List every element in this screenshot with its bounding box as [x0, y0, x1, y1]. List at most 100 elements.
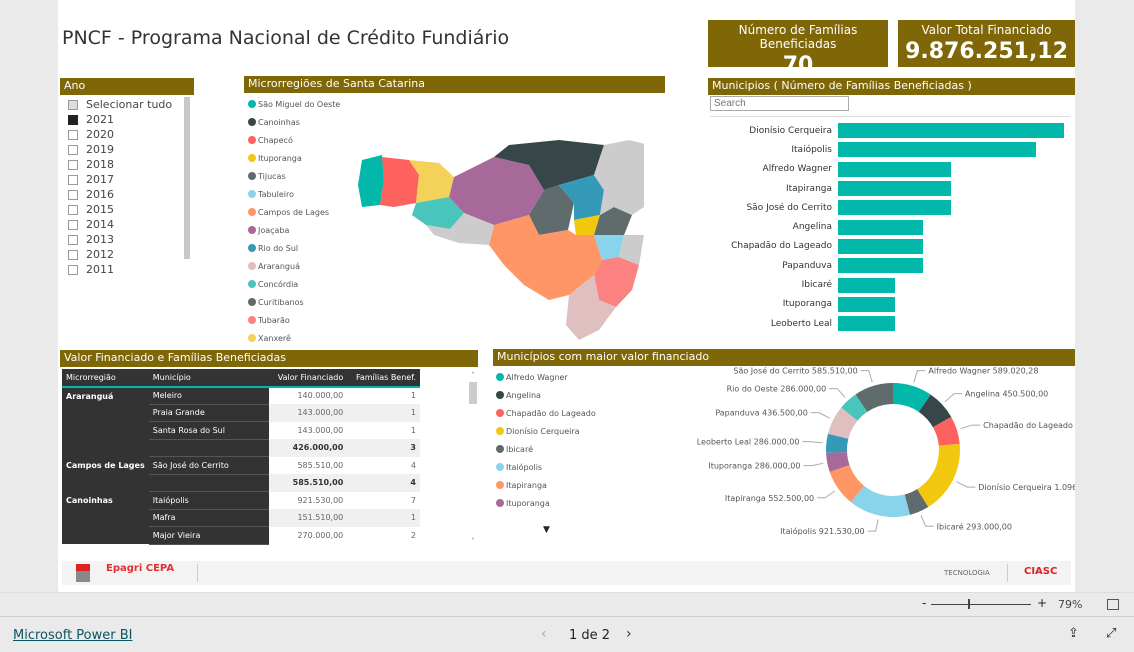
legend-item[interactable]: Alfredo Wagner	[496, 368, 596, 386]
slicer-item-label: 2018	[86, 158, 114, 171]
table-cell: São José do Cerrito	[148, 456, 269, 475]
slicer-item[interactable]: 2016	[68, 187, 186, 202]
slicer-item[interactable]: 2014	[68, 217, 186, 232]
legend-item[interactable]: Ibicaré	[496, 440, 596, 458]
next-page-icon[interactable]: ›	[626, 626, 632, 642]
bar[interactable]	[838, 316, 895, 332]
region-sao-miguel-do-oeste[interactable]	[358, 155, 384, 207]
legend-item[interactable]: Tubarão	[248, 311, 340, 329]
zoom-slider[interactable]	[931, 604, 1031, 605]
bar-row[interactable]: Dionísio Cerqueira	[702, 121, 1072, 140]
legend-item[interactable]: Chapecó	[248, 131, 340, 149]
legend-item[interactable]: Tijucas	[248, 167, 340, 185]
legend-item[interactable]: Curitibanos	[248, 293, 340, 311]
column-header[interactable]: Microrregião	[62, 369, 149, 388]
bar[interactable]	[838, 161, 951, 177]
slicer-item[interactable]: 2019	[68, 142, 186, 157]
legend-item[interactable]: Campos de Lages	[248, 203, 340, 221]
bar-row[interactable]: Angelina	[702, 217, 1072, 236]
region-tubarao[interactable]	[594, 257, 639, 307]
slicer-item[interactable]: 2013	[68, 232, 186, 247]
legend-dot-icon	[248, 154, 256, 162]
bar-row[interactable]: Itaiópolis	[702, 140, 1072, 159]
checkbox[interactable]	[68, 159, 78, 170]
checkbox[interactable]	[68, 99, 78, 110]
legend-item[interactable]: Ituporanga	[248, 149, 340, 167]
bar[interactable]	[838, 238, 923, 254]
column-header[interactable]: Município	[148, 369, 269, 388]
bar[interactable]	[838, 296, 895, 312]
checkbox[interactable]	[68, 129, 78, 140]
checkbox[interactable]	[68, 144, 78, 155]
column-header[interactable]: Valor Financiado	[268, 369, 348, 388]
legend-item[interactable]: Joaçaba	[248, 221, 340, 239]
slicer-item[interactable]: 2018	[68, 157, 186, 172]
zoom-slider-thumb[interactable]	[968, 599, 970, 609]
slicer-item[interactable]: 2021	[68, 112, 186, 127]
search-input[interactable]	[710, 96, 849, 111]
bar-row[interactable]: Ituporanga	[702, 295, 1072, 314]
checkbox[interactable]	[68, 234, 78, 245]
bar-row[interactable]: Alfredo Wagner	[702, 160, 1072, 179]
legend-item[interactable]: Canoinhas	[248, 113, 340, 131]
legend-item[interactable]: Chapadão do Lageado	[496, 404, 596, 422]
slicer-item[interactable]: 2011	[68, 262, 186, 277]
slicer-item[interactable]: 2017	[68, 172, 186, 187]
bar-row[interactable]: Chapadão do Lageado	[702, 237, 1072, 256]
legend-item[interactable]: Rio do Sul	[248, 239, 340, 257]
scroll-up-icon[interactable]: ˄	[468, 371, 478, 380]
slicer-item[interactable]: 2012	[68, 247, 186, 262]
bar[interactable]	[838, 181, 951, 197]
legend-item[interactable]: Xanxerê	[248, 329, 340, 347]
bar[interactable]	[838, 123, 1064, 139]
donut-slice[interactable]	[917, 443, 960, 508]
legend-more-icon[interactable]: ▼	[543, 525, 550, 535]
legend-dot-icon	[248, 190, 256, 198]
checkbox[interactable]	[68, 264, 78, 275]
year-slicer[interactable]: Selecionar tudo 2021 2020 2019 2018 2017 2016 2…	[68, 97, 186, 277]
legend-item[interactable]: Itapiranga	[496, 476, 596, 494]
prev-page-icon[interactable]: ‹	[541, 626, 547, 642]
fit-to-page-icon[interactable]	[1107, 599, 1119, 610]
bar[interactable]	[838, 200, 951, 216]
share-icon[interactable]: ⇪	[1068, 626, 1079, 641]
bar-row[interactable]: Leoberto Leal	[702, 314, 1072, 333]
zoom-in-button[interactable]: +	[1037, 596, 1047, 610]
bar-row[interactable]: Itapiranga	[702, 179, 1072, 198]
legend-item[interactable]: Tabuleiro	[248, 185, 340, 203]
slicer-scrollbar[interactable]	[184, 97, 190, 259]
fullscreen-icon[interactable]: ⤢	[1106, 626, 1116, 641]
bar-row[interactable]: Papanduva	[702, 256, 1072, 275]
checkbox[interactable]	[68, 174, 78, 185]
table-scrollbar[interactable]: ˄ ˅	[468, 371, 478, 546]
checkbox[interactable]	[68, 114, 78, 125]
bar-row[interactable]: São José do Cerrito	[702, 198, 1072, 217]
legend-item[interactable]: Dionísio Cerqueira	[496, 422, 596, 440]
bar-row[interactable]: Ibicaré	[702, 275, 1072, 294]
santa-catarina-map[interactable]	[354, 135, 644, 340]
legend-item[interactable]: Concórdia	[248, 275, 340, 293]
scroll-down-icon[interactable]: ˅	[468, 537, 478, 546]
checkbox[interactable]	[68, 204, 78, 215]
legend-item[interactable]: Araranguá	[248, 257, 340, 275]
slicer-item[interactable]: 2015	[68, 202, 186, 217]
data-label: Alfredo Wagner 589.020,28	[928, 367, 1038, 376]
bar[interactable]	[838, 219, 923, 235]
bar[interactable]	[838, 258, 923, 274]
legend-item[interactable]: Angelina	[496, 386, 596, 404]
total-cell: Total	[148, 474, 269, 492]
checkbox[interactable]	[68, 249, 78, 260]
zoom-out-button[interactable]: -	[922, 596, 926, 610]
bar[interactable]	[838, 142, 1036, 158]
power-bi-link[interactable]: Microsoft Power BI	[13, 628, 132, 643]
column-header[interactable]: Famílias Benef.	[347, 369, 420, 388]
checkbox[interactable]	[68, 189, 78, 200]
legend-label: Tijucas	[258, 171, 286, 181]
bar[interactable]	[838, 277, 895, 293]
legend-item[interactable]: Itaiópolis	[496, 458, 596, 476]
slicer-item[interactable]: Selecionar tudo	[68, 97, 186, 112]
legend-item[interactable]: São Miguel do Oeste	[248, 95, 340, 113]
checkbox[interactable]	[68, 219, 78, 230]
slicer-item[interactable]: 2020	[68, 127, 186, 142]
legend-item[interactable]: Ituporanga	[496, 494, 596, 512]
